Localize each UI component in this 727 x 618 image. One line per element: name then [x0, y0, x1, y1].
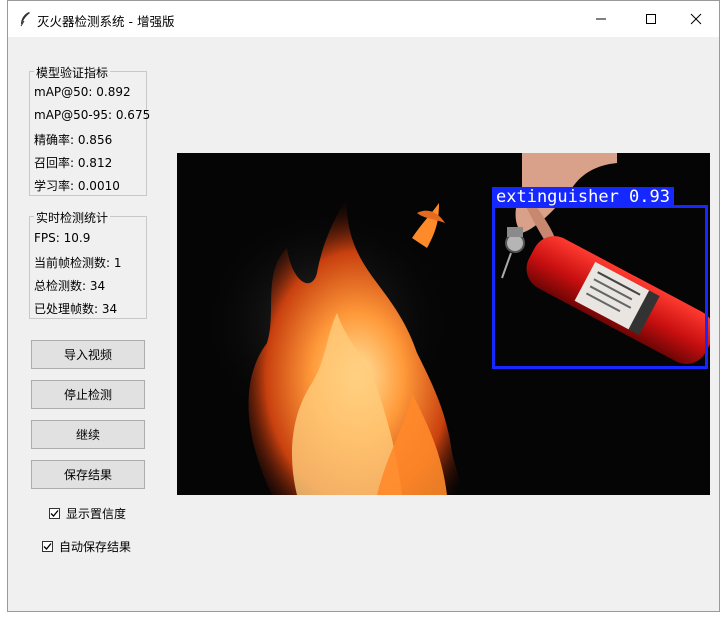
stat-frame-detections: 当前帧检测数: 1 [34, 256, 122, 270]
show-confidence-label: 显示置信度 [66, 507, 127, 521]
checkbox-box[interactable] [49, 508, 60, 519]
auto-save-checkbox[interactable]: 自动保存结果 [42, 538, 131, 555]
checkbox-box[interactable] [42, 541, 53, 552]
save-result-button[interactable]: 保存结果 [31, 460, 145, 489]
metric-learning-rate: 学习率: 0.0010 [34, 179, 120, 193]
stat-processed-frames: 已处理帧数: 34 [34, 302, 118, 316]
auto-save-label: 自动保存结果 [59, 540, 132, 554]
stat-fps: FPS: 10.9 [34, 231, 91, 245]
stop-detect-button[interactable]: 停止检测 [31, 380, 145, 409]
feather-icon [20, 12, 30, 27]
close-icon [690, 13, 702, 25]
metric-precision: 精确率: 0.856 [34, 133, 113, 147]
maximize-icon [646, 14, 656, 24]
checkmark-icon [43, 543, 52, 550]
metric-map50: mAP@50: 0.892 [34, 85, 131, 99]
app-window: 灭火器检测系统 - 增强版 模型验证指标 mAP@50: 0.892 mAP@5… [7, 0, 720, 612]
title-bar[interactable]: 灭火器检测系统 - 增强版 [8, 1, 719, 37]
metrics-legend: 模型验证指标 [34, 64, 111, 81]
detection-label: extinguisher 0.93 [492, 187, 674, 207]
close-button[interactable] [673, 1, 719, 37]
detection-box [492, 205, 708, 369]
stat-total-detections: 总检测数: 34 [34, 279, 106, 293]
minimize-icon [596, 18, 606, 20]
stats-group: 实时检测统计 FPS: 10.9 当前帧检测数: 1 总检测数: 34 已处理帧… [29, 209, 147, 319]
stats-legend: 实时检测统计 [34, 209, 111, 226]
minimize-button[interactable] [578, 1, 624, 37]
checkmark-icon [50, 510, 59, 517]
window-title: 灭火器检测系统 - 增强版 [37, 14, 175, 29]
continue-button[interactable]: 继续 [31, 420, 145, 449]
video-display: extinguisher 0.93 [177, 153, 710, 495]
show-confidence-checkbox[interactable]: 显示置信度 [49, 505, 126, 522]
maximize-button[interactable] [628, 1, 674, 37]
import-video-button[interactable]: 导入视频 [31, 340, 145, 369]
metric-recall: 召回率: 0.812 [34, 156, 113, 170]
metrics-group: 模型验证指标 mAP@50: 0.892 mAP@50-95: 0.675 精确… [29, 64, 151, 196]
metric-map50-95: mAP@50-95: 0.675 [34, 108, 151, 122]
